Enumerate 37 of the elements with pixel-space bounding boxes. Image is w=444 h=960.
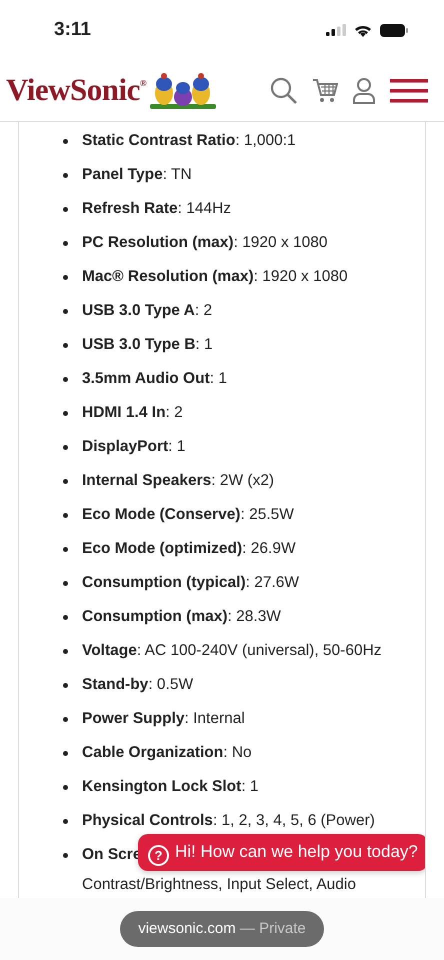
spec-text: Kensington Lock Slot: 1 (82, 777, 259, 797)
spec-text: Eco Mode (Conserve): 25.5W (82, 505, 294, 525)
spec-text: Eco Mode (optimized): 26.9W (82, 539, 296, 559)
spec-text: Consumption (max): 28.3W (82, 607, 281, 627)
spec-text: 3.5mm Audio Out: 1 (82, 369, 227, 389)
wifi-icon (354, 24, 372, 36)
domain-text: viewsonic.com (138, 920, 236, 937)
spec-text: Panel Type: TN (82, 165, 192, 185)
spec-text: Power Supply: Internal (82, 709, 245, 729)
spec-text: Mac® Resolution (max): 1920 x 1080 (82, 267, 348, 287)
spec-text: HDMI 1.4 In: 2 (82, 403, 183, 423)
spec-text: Static Contrast Ratio: 1,000:1 (82, 131, 296, 151)
cart-icon[interactable] (312, 76, 338, 104)
battery-icon (380, 24, 408, 36)
spec-text: Internal Speakers: 2W (x2) (82, 471, 274, 491)
brand-logo[interactable]: ViewSonic$^{®}$ (6, 67, 146, 114)
help-icon: ? (148, 845, 169, 866)
spec-text: PC Resolution (max): 1920 x 1080 (82, 233, 328, 253)
user-icon[interactable] (352, 76, 376, 104)
spec-text: Stand-by: 0.5W (82, 675, 194, 695)
spec-text: Cable Organization: No (82, 743, 252, 763)
address-bar[interactable]: viewsonic.com — Private (120, 910, 324, 948)
spec-text: Voltage: AC 100-240V (universal), 50-60Hz (82, 641, 382, 661)
spec-text: Refresh Rate: 144Hz (82, 199, 232, 219)
spec-value: Contrast/Brightness, Input Select, Audio (82, 875, 356, 895)
chat-button[interactable]: ? Hi! How can we help you today? (138, 834, 425, 872)
private-label: — Private (240, 920, 306, 937)
birds-drawing (150, 70, 216, 110)
spec-text: Physical Controls: 1, 2, 3, 4, 5, 6 (Power) (82, 811, 375, 831)
status-time: 3:11 (54, 18, 91, 42)
spec-text: USB 3.0 Type A: 2 (82, 301, 212, 321)
spec-text: Consumption (typical): 27.6W (82, 573, 300, 593)
spec-text: DisplayPort: 1 (82, 437, 186, 457)
signal-icon (326, 24, 346, 36)
spec-text: USB 3.0 Type B: 1 (82, 335, 213, 355)
search-icon[interactable] (270, 76, 298, 104)
menu-icon[interactable] (390, 78, 428, 102)
